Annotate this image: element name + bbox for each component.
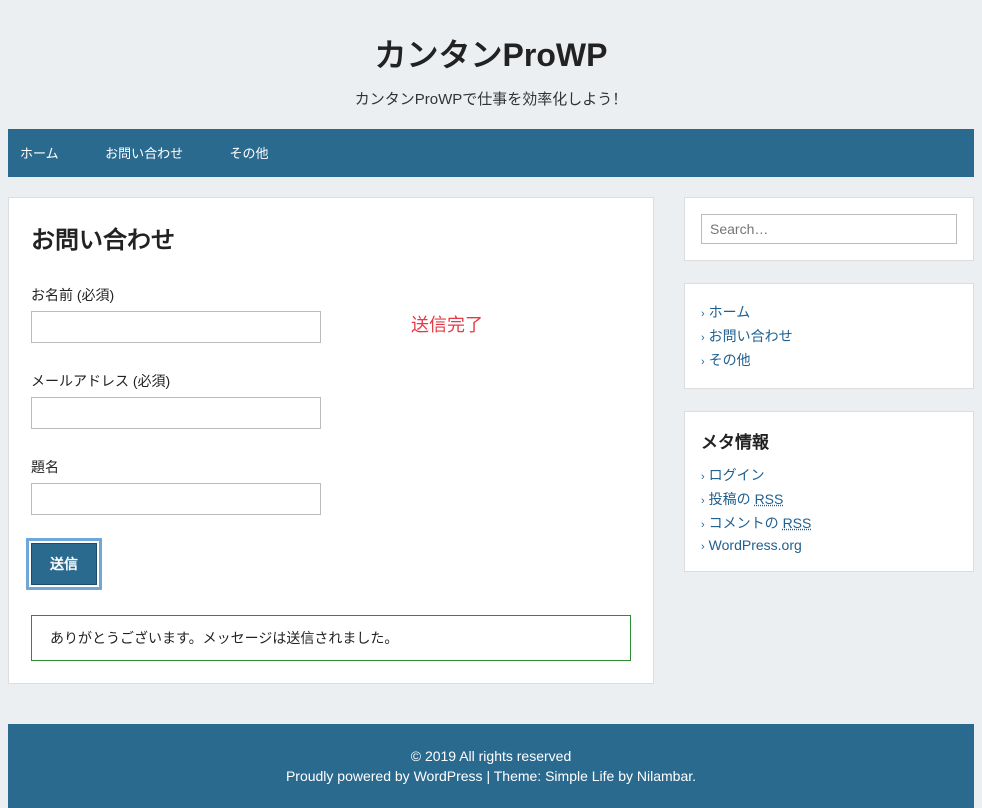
sidebar: › ホーム › お問い合わせ › その他 メタ情報 › ログイン: [684, 197, 974, 594]
sidebar-link-home[interactable]: ホーム: [709, 304, 751, 320]
chevron-right-icon: ›: [701, 356, 705, 368]
copyright-text: © 2019 All rights reserved: [8, 748, 974, 764]
page-title: お問い合わせ: [31, 220, 631, 255]
list-item: › WordPress.org: [701, 535, 957, 555]
complete-text: 送信完了: [411, 311, 483, 337]
meta-link-wporg[interactable]: WordPress.org: [709, 537, 802, 553]
meta-widget: メタ情報 › ログイン › 投稿の RSS › コメントの RSS › WordPres…: [684, 411, 974, 572]
meta-title: メタ情報: [701, 428, 957, 453]
search-input[interactable]: [701, 214, 957, 244]
primary-nav: ホーム お問い合わせ その他: [8, 129, 974, 177]
site-title[interactable]: カンタンProWP: [0, 30, 982, 76]
email-input[interactable]: [31, 397, 321, 429]
main-content: お問い合わせ お名前 (必須) 送信完了 メールアドレス (必須) 題名 送信 …: [8, 197, 654, 684]
chevron-right-icon: ›: [701, 471, 705, 483]
wordpress-link[interactable]: WordPress: [414, 768, 483, 784]
email-label: メールアドレス (必須): [31, 371, 631, 391]
site-footer: © 2019 All rights reserved Proudly power…: [8, 724, 974, 808]
success-message: ありがとうございます。メッセージは送信されました。: [31, 615, 631, 661]
meta-link-posts-rss[interactable]: 投稿の RSS: [709, 491, 784, 507]
chevron-right-icon: ›: [701, 308, 705, 320]
name-label: お名前 (必須): [31, 285, 631, 305]
nav-item-contact[interactable]: お問い合わせ: [105, 143, 201, 162]
name-input[interactable]: [31, 311, 321, 343]
subject-input[interactable]: [31, 483, 321, 515]
list-item: › その他: [701, 348, 957, 372]
nav-links-widget: › ホーム › お問い合わせ › その他: [684, 283, 974, 389]
meta-link-comments-rss[interactable]: コメントの RSS: [709, 515, 812, 531]
subject-label: 題名: [31, 457, 631, 477]
sidebar-link-contact[interactable]: お問い合わせ: [709, 328, 793, 344]
chevron-right-icon: ›: [701, 332, 705, 344]
footer-credits: Proudly powered by WordPress | Theme: Si…: [8, 768, 974, 784]
theme-author-link[interactable]: Nilambar: [637, 768, 692, 784]
chevron-right-icon: ›: [701, 519, 705, 531]
sidebar-link-other[interactable]: その他: [709, 352, 751, 368]
submit-button[interactable]: 送信: [31, 543, 97, 585]
chevron-right-icon: ›: [701, 495, 705, 507]
site-description: カンタンProWPで仕事を効率化しよう！: [0, 88, 982, 109]
list-item: › 投稿の RSS: [701, 487, 957, 511]
list-item: › ホーム: [701, 300, 957, 324]
list-item: › コメントの RSS: [701, 511, 957, 535]
search-widget: [684, 197, 974, 261]
site-header: カンタンProWP カンタンProWPで仕事を効率化しよう！: [0, 0, 982, 129]
meta-link-login[interactable]: ログイン: [709, 467, 765, 483]
list-item: › ログイン: [701, 463, 957, 487]
list-item: › お問い合わせ: [701, 324, 957, 348]
chevron-right-icon: ›: [701, 541, 705, 553]
nav-item-home[interactable]: ホーム: [20, 143, 77, 162]
nav-item-other[interactable]: その他: [230, 143, 287, 162]
